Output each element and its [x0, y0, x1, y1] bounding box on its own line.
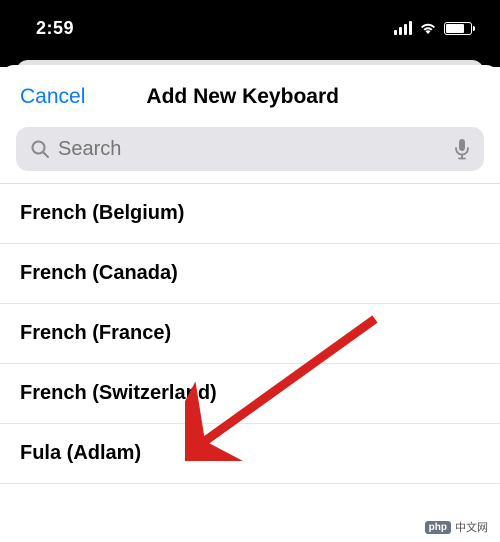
search-icon	[30, 139, 50, 159]
search-input[interactable]	[58, 138, 454, 161]
list-item[interactable]: French (Belgium)	[0, 184, 500, 244]
status-bar: 2:59	[0, 0, 500, 56]
watermark-logo: php	[425, 521, 451, 534]
search-bar[interactable]	[16, 127, 484, 171]
nav-header: Cancel Add New Keyboard	[0, 65, 500, 127]
keyboard-list: French (Belgium) French (Canada) French …	[0, 183, 500, 484]
wifi-icon	[419, 21, 437, 35]
list-item[interactable]: French (Switzerland)	[0, 364, 500, 424]
modal-sheet: Cancel Add New Keyboard French (Belgium)…	[0, 65, 500, 542]
page-title: Add New Keyboard	[45, 85, 480, 109]
mic-icon[interactable]	[454, 138, 470, 160]
list-item[interactable]: French (Canada)	[0, 244, 500, 304]
status-right-icons	[394, 21, 472, 35]
list-item[interactable]: French (France)	[0, 304, 500, 364]
watermark-text: 中文网	[455, 519, 488, 535]
cellular-signal-icon	[394, 21, 412, 35]
list-item[interactable]: Fula (Adlam)	[0, 424, 500, 484]
search-wrap	[0, 127, 500, 183]
battery-icon	[444, 22, 472, 35]
status-time: 2:59	[36, 18, 74, 39]
watermark: php 中文网	[421, 518, 492, 536]
